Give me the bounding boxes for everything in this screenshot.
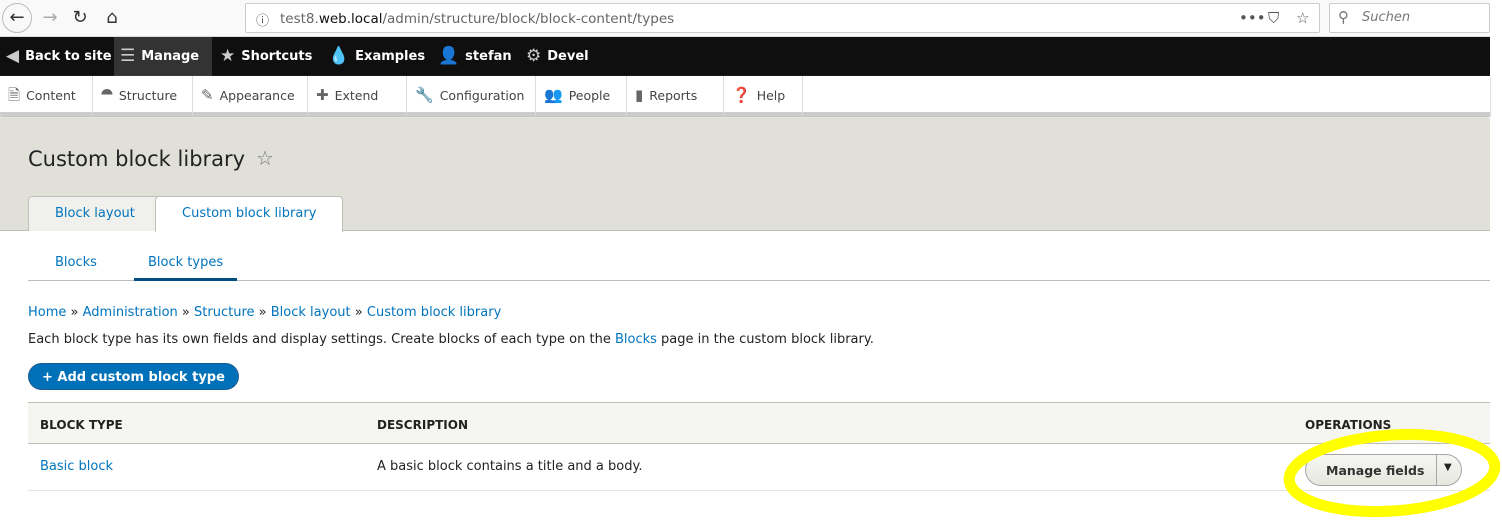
breadcrumb: Home » Administration » Structure » Bloc… [28,305,501,320]
manage-fields-button[interactable]: Manage fields [1326,463,1424,478]
block-types-table: Block type Description Operations Basic … [28,402,1490,491]
breadcrumb-sep: » [181,305,190,320]
page-title: Custom block library [28,147,246,171]
toolbar-user[interactable]: 👤 stefan [432,37,512,76]
header-block-type: Block type [40,418,123,432]
admin-tray: 🗎 Content ⯊ Structure ✎ Appearance ✚ Extend … [0,76,1490,116]
block-type-description: A basic block contains a title and a bod… [377,459,643,474]
bar-chart-icon: ▮ [635,86,644,104]
toolbar-devel[interactable]: ⚙ Devel [520,37,589,76]
header-description: Description [377,418,469,432]
subtab-block-types[interactable]: Block types [134,248,238,281]
pocket-icon[interactable]: ⛉ [1268,9,1279,27]
info-icon: ⓘ [256,14,270,29]
tray-label: Reports [649,88,698,103]
breadcrumb-custom-block-library[interactable]: Custom block library [367,305,501,320]
breadcrumb-home[interactable]: Home [28,305,66,320]
add-custom-block-type-button[interactable]: + Add custom block type [28,363,239,390]
toolbar-examples[interactable]: 💧 Examples [322,37,425,76]
operations-dropbutton: Manage fields ▼ [1305,454,1462,486]
tray-label: Content [26,88,76,103]
toolbar-label: Manage [141,49,200,64]
toolbar-label: Back to site [25,49,112,64]
search-placeholder: Suchen [1362,10,1411,25]
url-host: web.local [318,11,383,27]
reload-icon[interactable]: ↻ [66,4,94,32]
tray-structure[interactable]: ⯊ Structure [93,76,193,115]
url-host-pre: test8. [280,11,319,27]
tray-label: People [568,88,611,103]
tray-label: Structure [118,88,178,103]
bookmark-star-icon[interactable]: ☆ [1296,9,1309,27]
breadcrumb-sep: » [258,305,267,320]
block-type-link[interactable]: Basic block [40,459,113,474]
tray-extend[interactable]: ✚ Extend [308,76,407,115]
url-path: /admin/structure/block/block-content/typ… [382,11,675,27]
wrench-icon: 🔧 [415,86,434,104]
table-row: Basic block A basic block contains a tit… [28,444,1490,491]
breadcrumb-sep: » [354,305,363,320]
table-header: Block type Description Operations [28,402,1490,444]
tray-people[interactable]: 👥 People [536,76,627,115]
browser-chrome: ← → ↻ ⌂ ⓘ test8.web.local/admin/structur… [0,0,1490,37]
paintbrush-icon: ✎ [201,86,214,104]
gear-icon: ⚙ [526,46,542,66]
tray-configuration[interactable]: 🔧 Configuration [407,76,536,115]
breadcrumb-sep: » [70,305,79,320]
breadcrumb-structure[interactable]: Structure [194,305,254,320]
puzzle-icon: ✚ [316,86,329,104]
toolbar-manage[interactable]: ☰ Manage [114,37,212,76]
home-icon[interactable]: ⌂ [98,4,126,32]
tray-label: Extend [334,88,379,103]
url-bar[interactable]: ⓘ test8.web.local/admin/structure/block/… [245,3,1320,33]
shortcut-star-icon[interactable]: ☆ [256,146,274,170]
drupal-drop-icon: 💧 [328,46,350,66]
tab-block-layout[interactable]: Block layout [28,196,162,231]
chevron-left-circle-icon: ◀ [6,46,20,66]
subtab-blocks[interactable]: Blocks [41,248,111,281]
more-icon[interactable]: ••• [1239,9,1266,27]
page-description: Each block type has its own fields and d… [28,332,874,347]
sitemap-icon: ⯊ [101,86,113,104]
secondary-tabs: Blocks Block types [28,248,1490,281]
toolbar-label: Examples [355,49,426,64]
people-icon: 👥 [544,86,563,104]
tray-content[interactable]: 🗎 Content [0,76,93,115]
tray-reports[interactable]: ▮ Reports [627,76,724,115]
forward-icon[interactable]: → [36,4,64,32]
toolbar-label: Devel [547,49,589,64]
desc-text: Each block type has its own fields and d… [28,332,615,347]
star-icon: ★ [220,46,236,66]
search-icon: ⚲ [1338,8,1349,26]
toolbar-label: stefan [465,49,512,64]
toolbar-back-to-site[interactable]: ◀ Back to site [0,37,112,76]
tab-custom-block-library[interactable]: Custom block library [155,196,344,232]
tray-help[interactable]: ❓ Help [724,76,803,115]
user-icon: 👤 [438,46,460,66]
file-icon: 🗎 [8,86,21,104]
blocks-link[interactable]: Blocks [615,332,657,347]
desc-text: page in the custom block library. [656,332,874,347]
dropdown-caret-icon[interactable]: ▼ [1444,462,1452,473]
search-input[interactable]: ⚲ Suchen [1329,3,1490,33]
page-header: Custom block library ☆ Block layout Cust… [0,118,1490,232]
back-icon[interactable]: ← [2,3,32,33]
menu-icon: ☰ [120,46,136,66]
tray-label: Appearance [219,88,295,103]
header-operations: Operations [1305,418,1392,432]
help-icon: ❓ [732,86,751,104]
toolbar-label: Shortcuts [241,49,313,64]
toolbar-shortcuts[interactable]: ★ Shortcuts [214,37,312,76]
tray-appearance[interactable]: ✎ Appearance [193,76,308,115]
breadcrumb-block-layout[interactable]: Block layout [271,305,351,320]
tray-label: Configuration [439,88,525,103]
admin-toolbar: ◀ Back to site ☰ Manage ★ Shortcuts 💧 Exampl… [0,37,1490,76]
tray-label: Help [756,88,786,103]
breadcrumb-administration[interactable]: Administration [83,305,178,320]
